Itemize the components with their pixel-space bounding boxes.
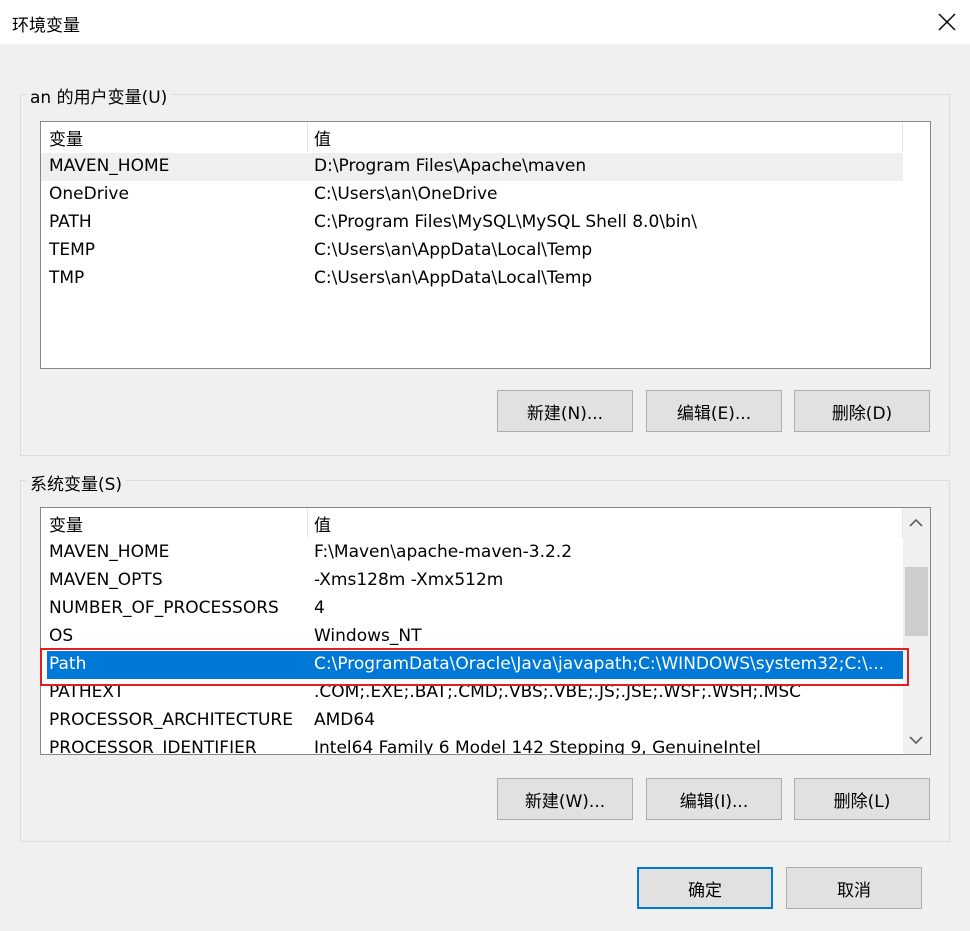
scroll-up-button[interactable] (904, 511, 928, 535)
system-variables-list[interactable]: 变量 值 MAVEN_HOME F:\Maven\apache-maven-3.… (40, 507, 931, 755)
list-header: 变量 值 (41, 122, 903, 152)
table-row[interactable]: PROCESSOR_ARCHITECTURE AMD64 (41, 707, 903, 735)
table-row[interactable]: MAVEN_HOME F:\Maven\apache-maven-3.2.2 (41, 539, 903, 567)
column-header-variable[interactable]: 变量 (49, 511, 83, 536)
variable-value: AMD64 (314, 710, 376, 730)
system-variables-title: 系统变量(S) (26, 470, 127, 495)
variable-value: F:\Maven\apache-maven-3.2.2 (314, 542, 573, 562)
title-bar: 环境变量 (0, 0, 970, 44)
variable-name: TMP (49, 268, 85, 288)
variable-name: PATH (49, 212, 92, 232)
scroll-down-button[interactable] (904, 728, 928, 752)
list-header: 变量 值 (41, 508, 903, 538)
system-edit-button[interactable]: 编辑(I)... (646, 778, 782, 820)
column-header-variable[interactable]: 变量 (49, 125, 83, 150)
column-divider[interactable] (307, 122, 308, 152)
close-icon (938, 13, 956, 31)
window-title: 环境变量 (12, 16, 80, 36)
variable-value: Intel64 Family 6 Model 142 Stepping 9, G… (314, 738, 761, 755)
user-edit-button[interactable]: 编辑(E)... (646, 390, 782, 432)
table-row[interactable]: NUMBER_OF_PROCESSORS 4 (41, 595, 903, 623)
variable-value: C:\Program Files\MySQL\MySQL Shell 8.0\b… (314, 212, 698, 232)
variable-value: D:\Program Files\Apache\maven (314, 156, 587, 176)
variable-name: PROCESSOR_IDENTIFIER (49, 738, 257, 755)
variable-name: NUMBER_OF_PROCESSORS (49, 598, 279, 618)
variable-value: Windows_NT (314, 626, 422, 646)
chevron-up-icon (909, 518, 923, 527)
variable-name: OneDrive (49, 184, 129, 204)
chevron-down-icon (909, 736, 923, 745)
variable-value: C:\Users\an\AppData\Local\Temp (314, 268, 593, 288)
table-row[interactable]: OS Windows_NT (41, 623, 903, 651)
column-header-value[interactable]: 值 (314, 511, 331, 536)
user-delete-button[interactable]: 删除(D) (794, 390, 930, 432)
scrollbar-thumb[interactable] (905, 567, 928, 636)
variable-value: 4 (314, 598, 325, 618)
variable-value: -Xms128m -Xmx512m (314, 570, 504, 590)
table-row[interactable]: TMP C:\Users\an\AppData\Local\Temp (41, 265, 903, 293)
vertical-scrollbar[interactable] (903, 508, 930, 754)
close-button[interactable] (924, 0, 970, 44)
table-row[interactable]: MAVEN_HOME D:\Program Files\Apache\maven (41, 153, 903, 181)
variable-value: C:\Users\an\AppData\Local\Temp (314, 240, 593, 260)
table-row[interactable]: TEMP C:\Users\an\AppData\Local\Temp (41, 237, 903, 265)
user-variables-list[interactable]: 变量 值 MAVEN_HOME D:\Program Files\Apache\… (40, 121, 931, 369)
variable-name: TEMP (49, 240, 96, 260)
table-row[interactable]: OneDrive C:\Users\an\OneDrive (41, 181, 903, 209)
ok-button[interactable]: 确定 (637, 867, 773, 909)
variable-name: MAVEN_OPTS (49, 570, 163, 590)
column-header-value[interactable]: 值 (314, 125, 331, 150)
table-row[interactable]: MAVEN_OPTS -Xms128m -Xmx512m (41, 567, 903, 595)
column-divider[interactable] (307, 508, 308, 538)
cancel-button[interactable]: 取消 (786, 867, 922, 909)
variable-name: MAVEN_HOME (49, 156, 170, 176)
user-new-button[interactable]: 新建(N)... (497, 390, 633, 432)
variable-name: OS (49, 626, 74, 646)
system-delete-button[interactable]: 删除(L) (794, 778, 930, 820)
column-divider[interactable] (902, 122, 903, 152)
table-row[interactable]: PATH C:\Program Files\MySQL\MySQL Shell … (41, 209, 903, 237)
variable-name: PROCESSOR_ARCHITECTURE (49, 710, 293, 730)
table-row[interactable]: PROCESSOR_IDENTIFIER Intel64 Family 6 Mo… (41, 735, 903, 755)
system-new-button[interactable]: 新建(W)... (497, 778, 633, 820)
user-variables-title: an 的用户变量(U) (26, 83, 172, 108)
highlight-annotation (40, 648, 909, 686)
variable-value: C:\Users\an\OneDrive (314, 184, 498, 204)
variable-name: MAVEN_HOME (49, 542, 170, 562)
